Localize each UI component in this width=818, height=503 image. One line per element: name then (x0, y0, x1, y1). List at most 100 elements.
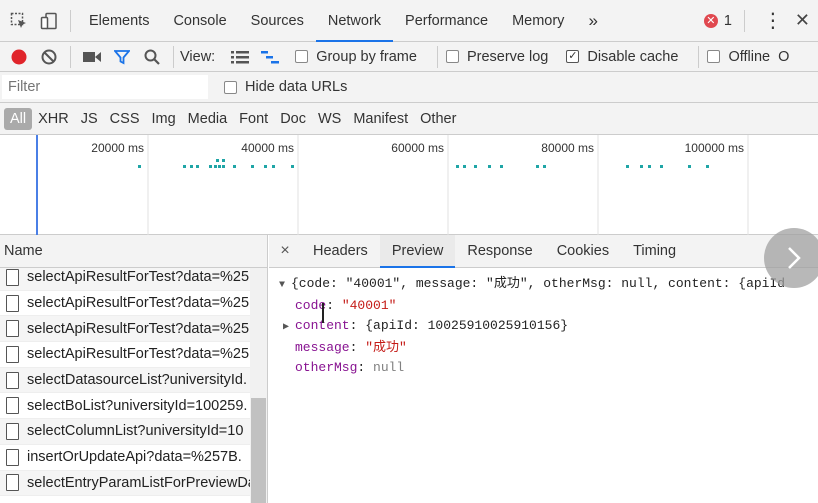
timeline-tick-label: 100000 ms (685, 141, 744, 155)
preview-field-content[interactable]: ▶ content: {apiId: 10025910025910156} (279, 316, 818, 338)
toolbar-divider (698, 45, 700, 68)
view-label: View: (180, 48, 216, 65)
tab-network[interactable]: Network (315, 0, 394, 42)
timeline-request-mark (543, 165, 546, 168)
timeline-request-mark (272, 165, 275, 168)
filter-input[interactable] (2, 75, 208, 99)
timeline-tick-label: 40000 ms (241, 141, 294, 155)
type-filter-font[interactable]: Font (233, 108, 274, 130)
more-tabs-button[interactable]: » (576, 0, 609, 42)
network-toolbar: View: Group by frame Preserve log ✓ Disa… (0, 42, 818, 72)
main-tabs: Elements Console Sources Network Performance… (77, 0, 576, 42)
request-name: selectApiResultForTest?data=%25 (27, 346, 250, 363)
close-details-icon[interactable]: × (269, 242, 301, 260)
disable-cache-label: Disable cache (587, 48, 679, 65)
search-icon[interactable] (137, 42, 167, 72)
type-filter-manifest[interactable]: Manifest (347, 108, 414, 130)
type-filter-img[interactable]: Img (146, 108, 182, 130)
type-filter-xhr[interactable]: XHR (32, 108, 75, 130)
devtools-tabbar: Elements Console Sources Network Performance… (0, 0, 818, 42)
document-icon (6, 371, 19, 389)
details-tab-preview[interactable]: Preview (379, 234, 456, 268)
timeline-request-mark (660, 165, 663, 168)
type-filter-js[interactable]: JS (75, 108, 104, 130)
tab-sources[interactable]: Sources (239, 0, 316, 42)
request-row[interactable]: selectApiResultForTest?data=%25 (0, 268, 267, 291)
request-row[interactable]: selectApiResultForTest?data=%25 (0, 342, 267, 368)
document-icon (6, 294, 19, 312)
error-icon: ✕ (703, 13, 718, 28)
timeline-request-mark (688, 165, 691, 168)
toolbar-divider (173, 45, 174, 68)
offline-checkbox[interactable] (707, 50, 721, 63)
tab-elements[interactable]: Elements (77, 0, 161, 42)
details-tabs: × Headers Preview Response Cookies Timing (269, 234, 818, 268)
details-tab-timing[interactable]: Timing (621, 235, 688, 268)
request-name: selectApiResultForTest?data=%25 (27, 320, 250, 337)
timeline-overview[interactable]: 20000 ms 40000 ms 60000 ms 80000 ms 100000 m… (0, 135, 818, 235)
request-row[interactable]: selectApiResultForTest?data=%25 (0, 291, 267, 317)
disable-cache-checkbox[interactable]: ✓ (566, 50, 580, 63)
scrollbar-thumb[interactable] (251, 398, 266, 503)
preview-summary: {code: "40001", message: "成功", otherMsg:… (291, 276, 786, 291)
close-devtools-icon[interactable]: ✕ (795, 10, 810, 31)
screenshot-camera-icon[interactable] (77, 42, 107, 72)
expanded-triangle-icon[interactable]: ▼ (279, 276, 291, 296)
timeline-request-mark (640, 165, 643, 168)
preview-root-row[interactable]: ▼ {code: "40001", message: "成功", otherMsg… (279, 274, 818, 296)
timeline-tick-label: 20000 ms (91, 141, 144, 155)
large-rows-icon[interactable] (225, 42, 255, 72)
inspect-element-icon[interactable] (4, 6, 34, 36)
device-toolbar-icon[interactable] (34, 6, 64, 36)
request-name: selectDatasourceList?universityId. (27, 372, 248, 389)
next-arrow-button[interactable] (764, 228, 818, 288)
type-filter-ws[interactable]: WS (312, 108, 347, 130)
timeline-request-mark (264, 165, 267, 168)
request-details-panel: × Headers Preview Response Cookies Timing ▼{… (269, 234, 818, 503)
request-row[interactable]: insertOrUpdateApi?data=%257B. (0, 445, 267, 471)
group-by-frame-checkbox[interactable] (295, 50, 309, 63)
timeline-request-mark (222, 159, 225, 162)
type-filter-css[interactable]: CSS (104, 108, 146, 130)
request-row[interactable]: selectColumnList?universityId=10 (0, 419, 267, 445)
throttling-select-cut[interactable]: O (778, 49, 789, 65)
tab-performance[interactable]: Performance (393, 0, 500, 42)
filter-funnel-icon[interactable] (107, 42, 137, 72)
toolbar-divider (743, 9, 745, 32)
request-row[interactable]: selectBoList?universityId=100259. (0, 393, 267, 420)
error-count: 1 (723, 12, 732, 29)
request-row[interactable]: selectDatasourceList?universityId. (0, 367, 267, 394)
chevron-right-icon (788, 247, 801, 269)
collapsed-triangle-icon[interactable]: ▶ (283, 318, 295, 338)
clear-icon[interactable] (34, 42, 64, 72)
error-counter[interactable]: ✕ 1 ⋮ ✕ (703, 8, 818, 33)
details-tab-cookies[interactable]: Cookies (545, 235, 621, 268)
preserve-log-label: Preserve log (466, 48, 549, 65)
hide-data-urls-checkbox[interactable] (224, 80, 237, 94)
type-filter-doc[interactable]: Doc (274, 108, 312, 130)
timeline-request-mark (190, 165, 193, 168)
preview-field-message: message: "成功" (295, 340, 407, 355)
document-icon (6, 448, 19, 466)
hide-data-urls-label: Hide data URLs (245, 79, 348, 95)
preserve-log-checkbox[interactable] (445, 50, 459, 63)
tab-console[interactable]: Console (161, 0, 238, 42)
menu-icon[interactable]: ⋮ (763, 8, 783, 33)
tab-memory[interactable]: Memory (500, 0, 576, 42)
request-list-scrollbar[interactable] (250, 268, 267, 503)
request-row[interactable]: selectApiResultForTest?data=%25 (0, 316, 267, 343)
name-column-header[interactable]: Name (0, 235, 267, 268)
details-tab-response[interactable]: Response (455, 235, 544, 268)
type-filter-other[interactable]: Other (414, 108, 462, 130)
request-row[interactable]: selectEntryParamListForPreviewDa (0, 470, 267, 497)
timeline-request-mark (222, 165, 225, 168)
timeline-request-mark (463, 165, 466, 168)
timeline-request-mark (138, 165, 141, 168)
type-filter-media[interactable]: Media (182, 108, 234, 130)
type-filter-all[interactable]: All (4, 107, 33, 130)
timeline-request-mark (183, 165, 186, 168)
details-tab-headers[interactable]: Headers (301, 235, 380, 268)
record-icon[interactable] (4, 42, 34, 72)
waterfall-view-icon[interactable] (255, 42, 285, 72)
timeline-request-mark (291, 165, 294, 168)
